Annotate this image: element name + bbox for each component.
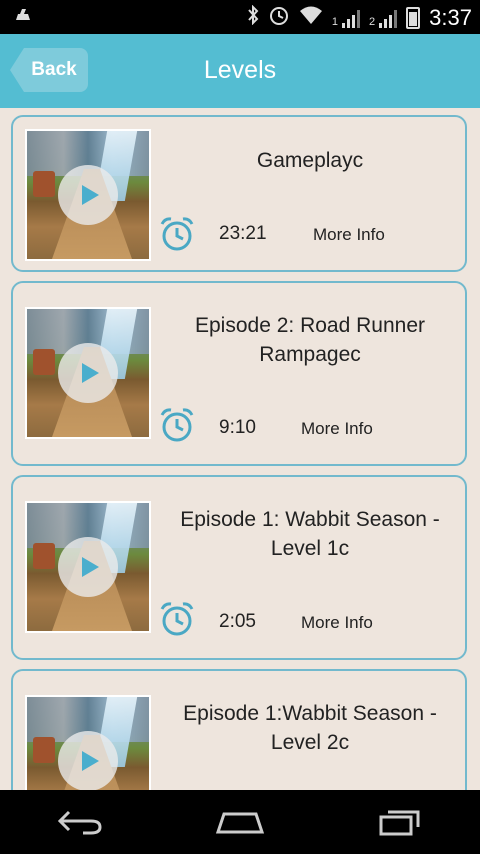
play-icon[interactable]: [58, 343, 118, 403]
sim2-signal-icon: 2: [369, 8, 398, 28]
play-icon[interactable]: [58, 731, 118, 790]
status-bar: 1 2 3:37: [0, 0, 480, 34]
level-duration: 23:21: [219, 223, 267, 244]
alarm-icon: [268, 4, 290, 31]
sim2-label: 2: [369, 15, 376, 28]
levels-list[interactable]: Gameplayc 23:21 More Info Episode 2: Roa…: [0, 108, 480, 790]
app-bar: Back Levels: [0, 34, 480, 108]
level-title: Gameplayc: [256, 149, 364, 172]
wifi-icon: [299, 5, 323, 30]
navigation-bar: [0, 790, 480, 854]
level-card[interactable]: Gameplayc 23:21 More Info: [11, 115, 467, 272]
alarm-clock-icon: [157, 214, 197, 254]
play-icon[interactable]: [58, 165, 118, 225]
bluetooth-icon: [247, 4, 259, 30]
level-duration: 9:10: [219, 417, 256, 438]
battery-icon: [406, 6, 421, 29]
video-thumbnail[interactable]: [25, 501, 151, 633]
back-arrow-icon[interactable]: [50, 802, 110, 842]
more-info-link[interactable]: More Info: [301, 419, 373, 439]
video-thumbnail[interactable]: [25, 695, 151, 790]
level-card[interactable]: Episode 1: Wabbit Season - Level 1c 2:05…: [11, 475, 467, 660]
home-icon[interactable]: [210, 802, 270, 842]
alarm-clock-icon: [157, 405, 197, 445]
more-info-link[interactable]: More Info: [313, 225, 385, 245]
sim1-signal-icon: 1: [331, 8, 361, 28]
usb-icon: [14, 6, 32, 27]
level-title: Episode 1: Wabbit Season - Level 1c: [180, 508, 440, 560]
alarm-clock-icon: [157, 599, 197, 639]
level-duration: 2:05: [219, 611, 256, 632]
sim1-label: 1: [331, 15, 339, 28]
status-time: 3:37: [429, 4, 472, 30]
level-card[interactable]: Episode 1:Wabbit Season - Level 2c: [11, 669, 467, 790]
level-card[interactable]: Episode 2: Road Runner Rampagec 9:10 Mor…: [11, 281, 467, 466]
video-thumbnail[interactable]: [25, 307, 151, 439]
play-icon[interactable]: [58, 537, 118, 597]
more-info-link[interactable]: More Info: [301, 613, 373, 633]
recent-apps-icon[interactable]: [370, 802, 430, 842]
page-title: Levels: [203, 56, 277, 84]
level-title: Episode 2: Road Runner Rampagec: [195, 314, 425, 366]
video-thumbnail[interactable]: [25, 129, 151, 261]
level-title: Episode 1:Wabbit Season - Level 2c: [183, 702, 437, 754]
